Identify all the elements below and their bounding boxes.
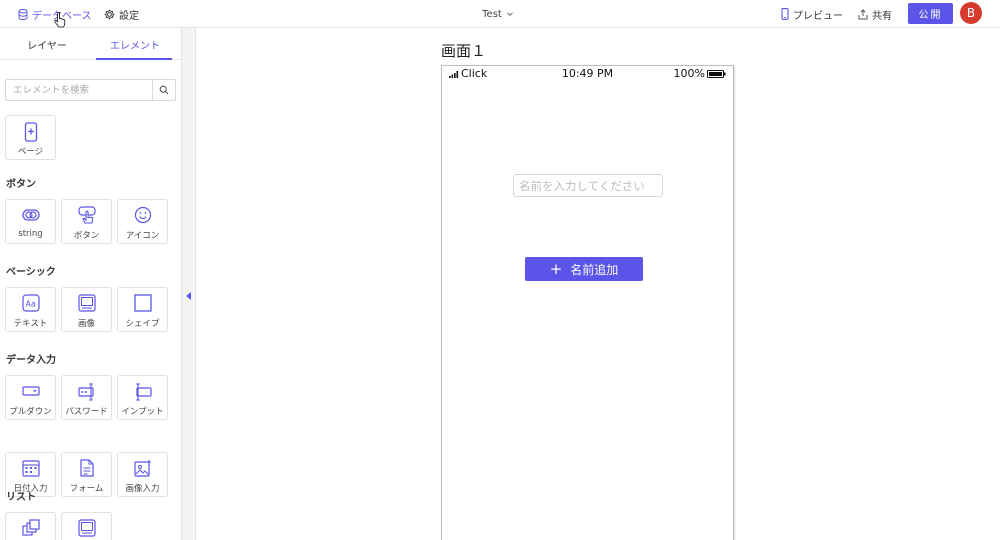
card-list-icon xyxy=(78,519,96,537)
tab-layer[interactable]: レイヤー xyxy=(2,28,92,60)
search-button[interactable] xyxy=(152,80,175,100)
element-tile-label: インプット xyxy=(121,407,164,417)
element-tile-dropdown[interactable]: プルダウン xyxy=(5,375,56,420)
element-tile-image-input[interactable]: 画像入力 xyxy=(117,452,168,497)
section-title-basic: ベーシック xyxy=(6,267,56,278)
panel-divider[interactable] xyxy=(182,28,196,540)
square-shape-icon xyxy=(134,294,152,312)
element-tile-label: プルダウン xyxy=(9,407,52,417)
add-name-button[interactable]: + 名前追加 xyxy=(525,257,643,281)
element-tile-label: テキスト xyxy=(13,319,48,329)
panel-tabs: レイヤー エレメント xyxy=(0,28,182,60)
share-button[interactable]: 共有 xyxy=(858,0,892,28)
element-tile-icon[interactable]: アイコン xyxy=(117,199,168,244)
gear-icon xyxy=(104,9,115,19)
element-tile-list[interactable] xyxy=(5,512,56,540)
preview-button[interactable]: プレビュー xyxy=(781,0,843,28)
screen-title[interactable]: 画面１ xyxy=(441,40,486,61)
svg-text:Aa: Aa xyxy=(26,300,36,309)
preview-label: プレビュー xyxy=(793,10,843,22)
active-tab-indicator xyxy=(96,58,172,60)
element-tile-image[interactable]: 画像 xyxy=(61,287,112,332)
element-tile-label: フォーム xyxy=(69,484,104,494)
tab-element[interactable]: エレメント xyxy=(90,28,180,60)
top-bar: データベース 設定 Test プレビュー 共有 公開 B xyxy=(0,0,1000,28)
calendar-icon xyxy=(22,460,40,477)
chevron-down-icon xyxy=(506,12,513,17)
dropdown-icon xyxy=(22,386,40,396)
element-tile-label: ボタン xyxy=(73,231,100,241)
search-icon xyxy=(159,85,169,95)
settings-label: 設定 xyxy=(119,10,139,22)
form-document-icon xyxy=(80,459,94,477)
element-tile-text[interactable]: Aa テキスト xyxy=(5,287,56,332)
element-tile-card-list[interactable] xyxy=(61,512,112,540)
element-tile-page[interactable]: ページ xyxy=(5,115,56,160)
element-tile-button[interactable]: ボタン xyxy=(61,199,112,244)
project-title-dropdown[interactable]: Test xyxy=(482,9,518,20)
tap-hand-icon xyxy=(78,206,96,224)
element-tile-label: パスワード xyxy=(65,407,108,417)
page-add-icon xyxy=(24,122,38,142)
battery-icon xyxy=(707,69,726,78)
project-title-area: Test xyxy=(0,0,1000,28)
image-frame-icon xyxy=(78,294,96,312)
user-avatar[interactable]: B xyxy=(960,2,982,24)
element-search-input[interactable] xyxy=(6,80,152,100)
image-upload-icon xyxy=(134,460,151,477)
element-tile-label: シェイプ xyxy=(125,319,160,329)
status-bar: Click 10:49 PM 100% xyxy=(442,66,733,81)
project-title: Test xyxy=(482,8,502,20)
section-title-list: リスト xyxy=(6,492,36,503)
plus-icon: + xyxy=(549,259,563,278)
password-icon xyxy=(78,383,94,401)
element-tile-form[interactable]: フォーム xyxy=(61,452,112,497)
share-upload-icon xyxy=(858,8,868,19)
mobile-phone-icon xyxy=(781,8,789,20)
publish-button[interactable]: 公開 xyxy=(908,3,953,24)
element-tile-label: アイコン xyxy=(125,231,160,241)
battery-info: 100% xyxy=(674,67,726,80)
settings-menu[interactable]: 設定 xyxy=(104,0,139,28)
panel-collapse-arrow-icon[interactable] xyxy=(186,292,191,300)
element-tile-label: string xyxy=(18,229,43,239)
element-search xyxy=(5,79,176,101)
element-tile-password[interactable]: パスワード xyxy=(61,375,112,420)
element-tile-label: 画像入力 xyxy=(125,484,160,494)
text-input-icon xyxy=(136,383,152,401)
section-title-button: ボタン xyxy=(6,179,36,190)
name-input[interactable] xyxy=(513,174,663,197)
device-frame: Click 10:49 PM 100% + 名前追加 xyxy=(441,65,734,540)
element-panel: レイヤー エレメント ページ ボタン string ボタン アイコン ベーシック… xyxy=(0,28,182,540)
element-tile-label: 画像 xyxy=(77,319,95,329)
text-aa-icon: Aa xyxy=(22,294,40,312)
hand-pointer-cursor-icon xyxy=(54,12,66,28)
section-title-data-input: データ入力 xyxy=(6,355,56,366)
stacked-list-icon xyxy=(22,519,40,536)
database-icon xyxy=(18,8,28,20)
toggle-button-icon xyxy=(22,209,40,221)
element-tile-shape[interactable]: シェイプ xyxy=(117,287,168,332)
add-name-label: 名前追加 xyxy=(570,262,619,277)
battery-percent: 100% xyxy=(673,67,705,80)
share-label: 共有 xyxy=(872,10,892,22)
element-tile-string[interactable]: string xyxy=(5,199,56,244)
element-tile-input[interactable]: インプット xyxy=(117,375,168,420)
smiley-icon xyxy=(134,206,152,224)
element-tile-label: ページ xyxy=(17,147,44,157)
